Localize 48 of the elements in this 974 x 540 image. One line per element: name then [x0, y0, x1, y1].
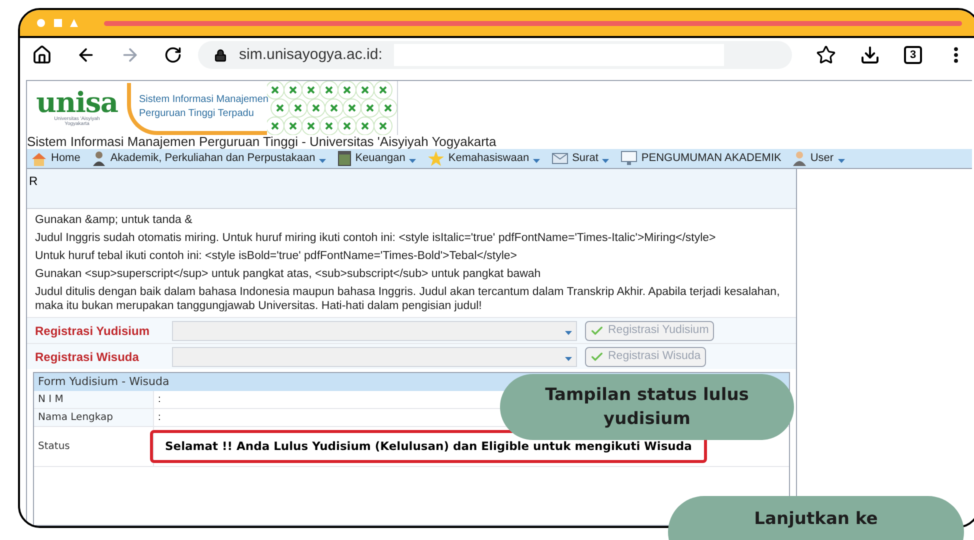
- monitor-icon: [621, 151, 638, 166]
- lock-icon: [214, 48, 227, 62]
- instruction-text: Judul ditulis dengan baik dalam bahasa Indonesia maupun bahasa Inggris. Judul akan tercantum dalam Transkrip Akhir. Apabila terjadi kesalahan, maka itu bukan merupakan tanggungjawab Universitas. Hati-hati dalam pengisian judul!: [35, 285, 781, 313]
- menu-item[interactable]: Home: [31, 150, 80, 167]
- check-icon: [590, 350, 604, 364]
- instruction-text: Judul Inggris sudah otomatis miring. Untuk huruf miring ikuti contoh ini: <style isItalic='true' pdfFontName='Times-Italic'>Miring</style>: [35, 231, 717, 245]
- menu-item[interactable]: Surat: [552, 150, 610, 167]
- download-icon[interactable]: [860, 45, 880, 65]
- bookmark-star-icon[interactable]: [816, 45, 836, 65]
- menu-item[interactable]: Akademik, Perkuliahan dan Perpustakaan: [92, 150, 326, 167]
- envelope-icon: [552, 153, 568, 164]
- callout-text: Lanjutkan ke: [754, 508, 878, 531]
- caret-icon: [565, 330, 572, 334]
- registration-label: Registrasi Yudisium: [34, 322, 150, 340]
- system-name-text: Perguruan Tinggi Terpadu: [139, 107, 255, 121]
- form-label: Nama Lengkap: [34, 409, 154, 426]
- instruction-text: Gunakan &amp; untuk tanda &: [35, 213, 194, 227]
- reload-icon[interactable]: [164, 46, 182, 64]
- menu-item[interactable]: User: [793, 150, 845, 167]
- system-name-text: Sistem Informasi Manajemen: [139, 93, 267, 107]
- panel-heading: R: [29, 174, 38, 188]
- check-icon: [590, 324, 604, 338]
- registration-label: Registrasi Wisuda: [34, 348, 140, 366]
- form-label: Status: [34, 427, 154, 466]
- dropdown-field[interactable]: [172, 346, 577, 366]
- callout-text: Tampilan status lulus yudisium: [544, 384, 750, 431]
- form-label: N I M: [34, 391, 154, 408]
- star-icon: [428, 151, 444, 166]
- site-title: Sistem Informasi Manajemen Perguruan Tinggi - Universitas 'Aisyiyah Yogyakarta: [27, 135, 498, 149]
- form-value: :: [157, 393, 161, 407]
- url-text: sim.unisayogya.ac.id:: [239, 44, 382, 65]
- form-value: :: [157, 411, 161, 425]
- unisa-logo: unisa: [36, 89, 118, 117]
- menu-item[interactable]: Keuangan: [338, 150, 416, 167]
- menu-item[interactable]: PENGUMUMAN AKADEMIK: [621, 150, 782, 167]
- user-icon: [793, 151, 806, 166]
- instruction-text: Untuk huruf tebal ikuti contoh ini: <style isBold='true' pdfFontName='Times-Bold'>Tebal</style>: [35, 249, 518, 263]
- instruction-text: Gunakan <sup>superscript</sup> untuk pangkat atas, <sub>subscript</sub> untuk pangkat bawah: [35, 267, 542, 281]
- caret-icon: [565, 356, 572, 360]
- dropdown-field[interactable]: [172, 320, 577, 340]
- home-icon[interactable]: [32, 45, 52, 65]
- tab-count[interactable]: 3: [904, 46, 922, 64]
- bin-icon: [338, 151, 352, 166]
- form-title: Form Yudisium - Wisuda: [38, 374, 170, 390]
- address-bar[interactable]: sim.unisayogya.ac.id:: [198, 41, 792, 69]
- house-icon: [31, 152, 47, 166]
- menu-item[interactable]: Kemahasiswaan: [428, 150, 540, 167]
- person-icon: [92, 151, 106, 166]
